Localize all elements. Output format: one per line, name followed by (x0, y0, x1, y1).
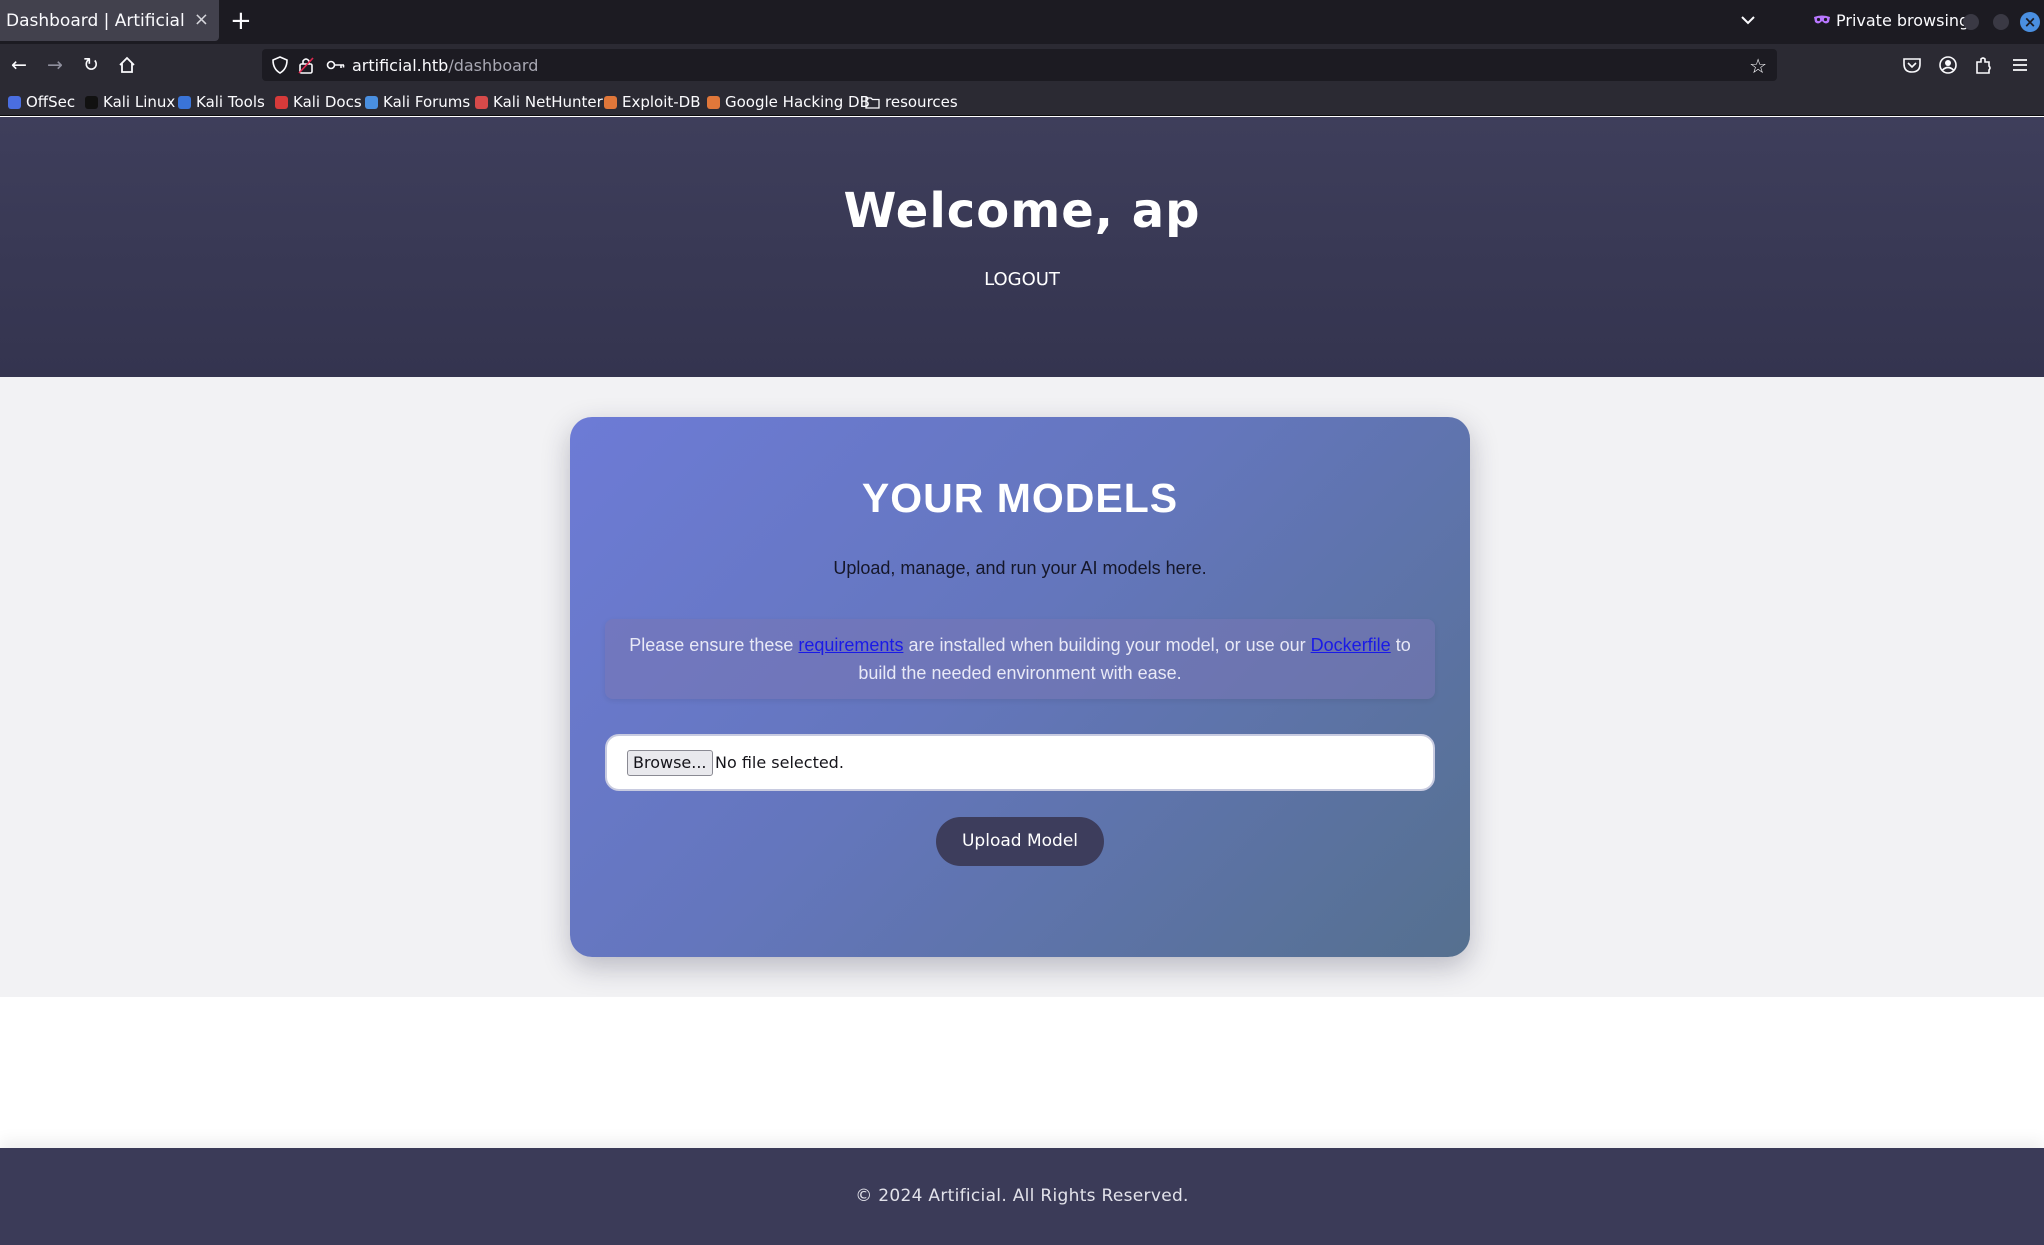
private-browsing-icon (1814, 15, 1830, 24)
models-title: YOUR MODELS (861, 475, 1179, 521)
bookmark-folder-resources[interactable]: resources (865, 92, 958, 112)
bookmark-label: Kali Docs (293, 93, 362, 111)
bookmark-kali-forums[interactable]: Kali Forums (365, 92, 470, 112)
browse-button[interactable]: Browse... (627, 750, 713, 776)
bookmark-label: Kali Linux (103, 93, 176, 111)
models-section: YOUR MODELS Upload, manage, and run your… (0, 377, 2044, 997)
address-bar[interactable]: artificial.htb/dashboard ☆ (262, 49, 1777, 81)
logout-link[interactable]: LOGOUT (952, 269, 1092, 290)
browser-tab-bar: Dashboard | Artificial × + Private brows… (0, 0, 2044, 44)
dockerfile-link[interactable]: Dockerfile (1311, 635, 1391, 655)
url-path: /dashboard (448, 56, 539, 75)
offsec-icon (8, 95, 21, 109)
notice-text: are installed when building your model, … (903, 635, 1311, 655)
welcome-heading: Welcome, ap (843, 183, 1201, 239)
new-tab-icon[interactable]: + (230, 6, 252, 36)
bookmark-exploit-db[interactable]: Exploit-DB (604, 92, 701, 112)
bookmark-label: Kali Forums (383, 93, 471, 111)
private-browsing-label: Private browsing (1836, 11, 1970, 30)
back-arrow-icon[interactable]: ← (8, 54, 30, 76)
bookmark-label: Google Hacking DB (725, 93, 870, 111)
file-status-text: No file selected. (715, 753, 844, 772)
shield-icon[interactable] (272, 56, 288, 74)
models-card: YOUR MODELS Upload, manage, and run your… (570, 417, 1470, 957)
lock-insecure-icon[interactable] (298, 56, 314, 74)
exploit-db-icon (604, 95, 617, 109)
folder-icon (865, 96, 880, 109)
url-host: artificial.htb (352, 56, 449, 75)
copyright-text: © 2024 Artificial. All Rights Reserved. (855, 1186, 1189, 1206)
tab-close-icon[interactable]: × (194, 9, 209, 30)
active-tab[interactable]: Dashboard | Artificial × (0, 0, 219, 41)
key-icon[interactable] (326, 56, 346, 74)
requirements-link[interactable]: requirements (798, 635, 903, 655)
kali-dragon-icon (85, 95, 98, 109)
close-window-button[interactable]: × (2020, 12, 2040, 32)
model-file-input[interactable]: Browse... No file selected. (605, 734, 1435, 791)
notice-text: Please ensure these (629, 635, 799, 655)
bookmark-label: OffSec (26, 93, 76, 111)
kali-docs-icon (275, 95, 288, 109)
bookmark-label: Kali Tools (196, 93, 265, 111)
page-header: Welcome, ap LOGOUT (0, 117, 2044, 377)
bookmark-offsec[interactable]: OffSec (8, 92, 75, 112)
bookmark-label: Kali NetHunter (493, 93, 603, 111)
bookmark-kali-linux[interactable]: Kali Linux (85, 92, 175, 112)
chevron-down-icon[interactable] (1738, 10, 1758, 30)
bookmark-label: Exploit-DB (622, 93, 701, 111)
bookmark-kali-docs[interactable]: Kali Docs (275, 92, 362, 112)
browser-nav-bar: ← → ↻ artificial.htb/dashboard ☆ (0, 44, 2044, 87)
maximize-window-button[interactable] (1993, 14, 2009, 30)
page-footer: © 2024 Artificial. All Rights Reserved. (0, 1148, 2044, 1245)
tab-title: Dashboard | Artificial (6, 11, 185, 31)
pocket-icon[interactable] (1901, 54, 1923, 76)
upload-model-button[interactable]: Upload Model (936, 817, 1104, 866)
extensions-icon[interactable] (1973, 54, 1995, 76)
bookmark-kali-nethunter[interactable]: Kali NetHunter (475, 92, 603, 112)
bookmark-kali-tools[interactable]: Kali Tools (178, 92, 265, 112)
ghdb-icon (707, 95, 720, 109)
bookmark-star-icon[interactable]: ☆ (1749, 54, 1767, 78)
forward-arrow-icon[interactable]: → (44, 54, 66, 76)
url-text: artificial.htb/dashboard (352, 56, 538, 75)
bookmark-label: resources (885, 93, 958, 111)
kali-nethunter-icon (475, 95, 488, 109)
bookmark-google-hacking-db[interactable]: Google Hacking DB (707, 92, 870, 112)
bookmarks-toolbar: OffSec Kali Linux Kali Tools Kali Docs K… (0, 87, 2044, 116)
account-icon[interactable] (1937, 54, 1959, 76)
models-subtitle: Upload, manage, and run your AI models h… (833, 558, 1207, 578)
hamburger-menu-icon[interactable] (2009, 54, 2031, 76)
requirements-notice: Please ensure these requirements are ins… (605, 619, 1435, 699)
home-icon[interactable] (116, 54, 138, 76)
kali-forums-icon (365, 95, 378, 109)
reload-icon[interactable]: ↻ (80, 54, 102, 76)
minimize-window-button[interactable] (1963, 14, 1979, 30)
kali-tools-icon (178, 95, 191, 109)
